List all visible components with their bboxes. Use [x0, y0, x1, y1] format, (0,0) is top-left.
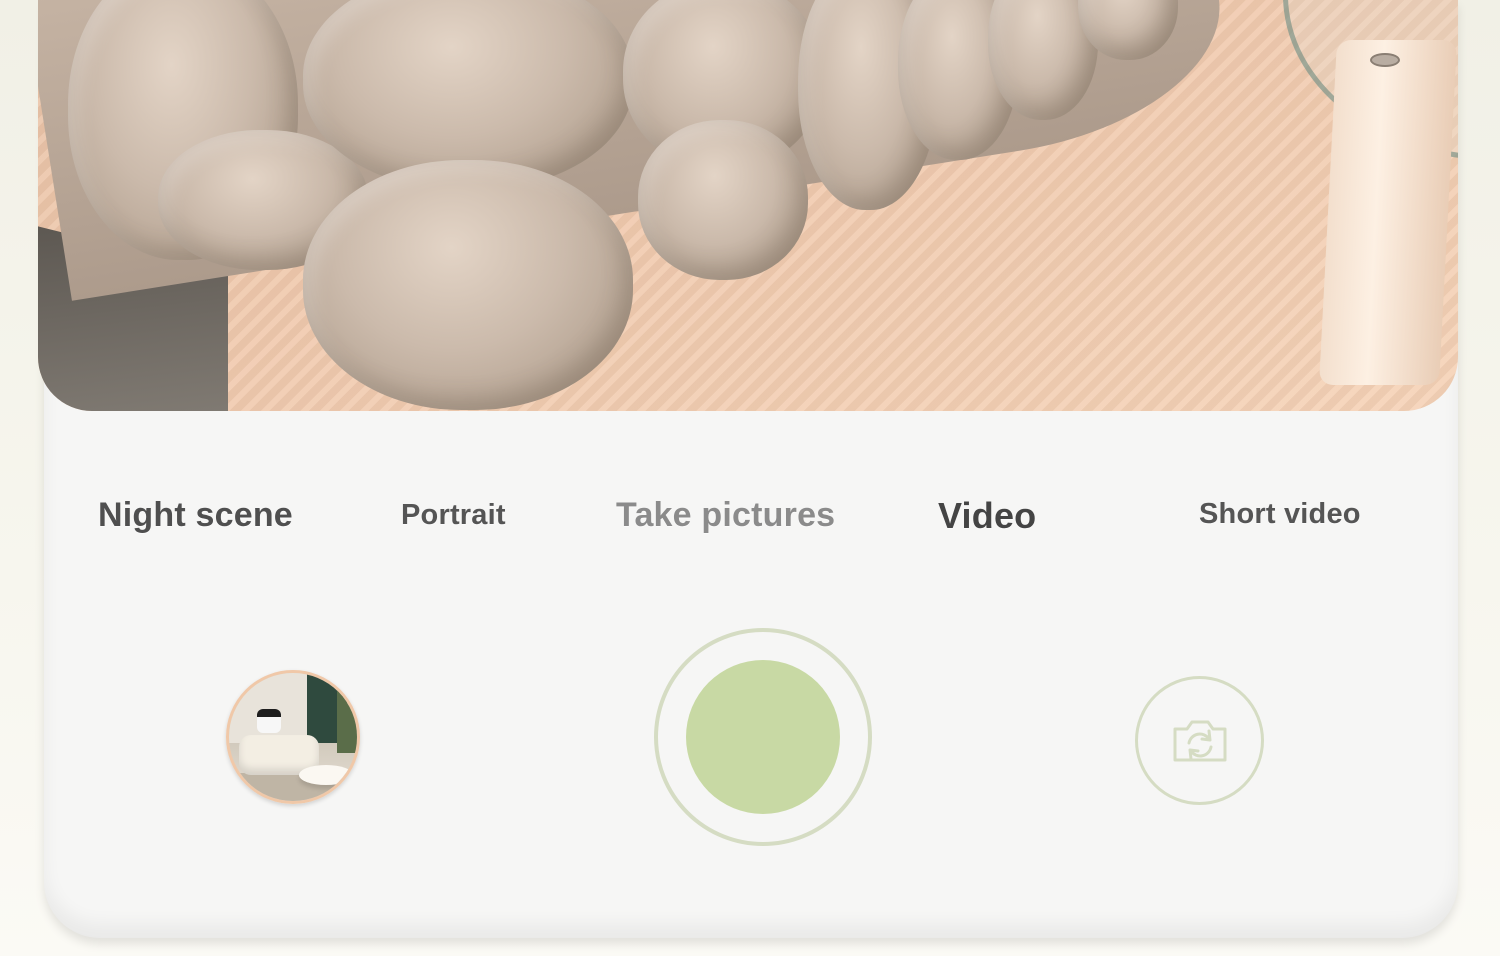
mode-short-video[interactable]: Short video: [1199, 498, 1361, 531]
switch-camera-icon: [1173, 720, 1226, 761]
mode-take-pictures[interactable]: Take pictures: [616, 496, 835, 535]
viewfinder-preview[interactable]: [38, 0, 1458, 411]
camera-screen: Night scene Portrait Take pictures Video…: [0, 0, 1500, 956]
shutter-core: [686, 660, 840, 814]
thumb-table: [299, 765, 353, 785]
table-leg: [1318, 40, 1458, 385]
mode-portrait[interactable]: Portrait: [401, 499, 506, 532]
sofa-cushion: [303, 160, 633, 410]
mode-night-scene[interactable]: Night scene: [98, 496, 293, 535]
thumb-pillow: [257, 709, 281, 733]
switch-camera-button[interactable]: [1135, 676, 1264, 805]
sofa-cushion: [638, 120, 808, 280]
mode-video[interactable]: Video: [938, 495, 1036, 537]
gallery-thumbnail[interactable]: [226, 670, 360, 804]
shutter-button[interactable]: [654, 628, 872, 846]
thumb-plant: [337, 673, 357, 753]
mode-selector: Night scene Portrait Take pictures Video…: [0, 490, 1500, 550]
table-bolt: [1370, 53, 1400, 67]
